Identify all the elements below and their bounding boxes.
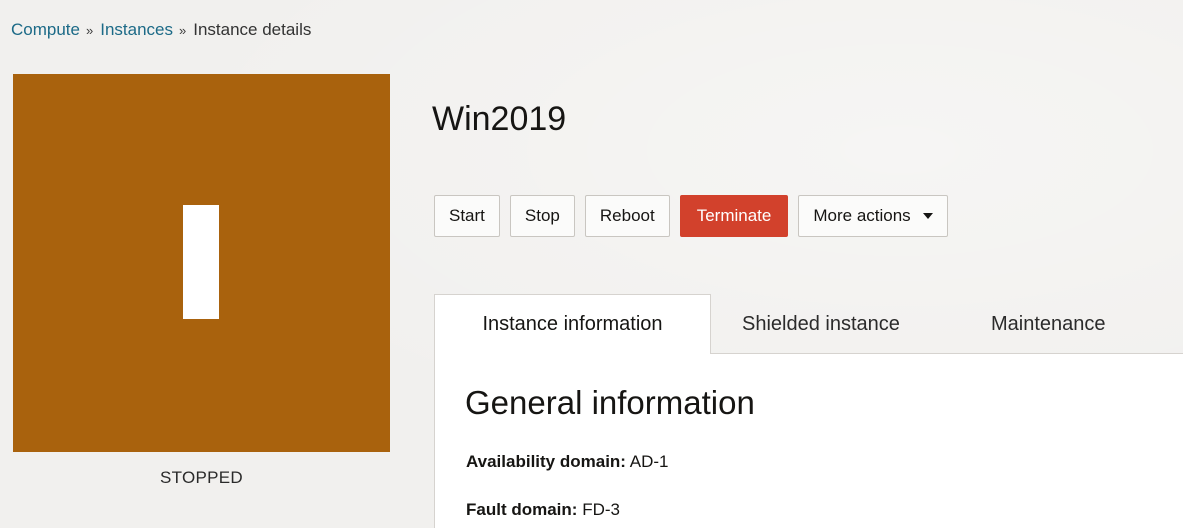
field-value: AD-1	[629, 452, 669, 471]
caret-down-icon	[922, 213, 933, 219]
stop-button[interactable]: Stop	[509, 195, 575, 237]
tab-shielded-instance[interactable]: Shielded instance	[742, 294, 900, 354]
breadcrumb-separator: »	[85, 22, 94, 38]
more-actions-label: More actions	[813, 206, 911, 225]
terminate-button[interactable]: Terminate	[679, 195, 789, 237]
tab-bar: Instance information Shielded instance M…	[434, 294, 1183, 354]
more-actions-button[interactable]: More actions	[798, 195, 948, 237]
field-label: Availability domain:	[466, 452, 626, 471]
tab-instance-information[interactable]: Instance information	[434, 294, 711, 354]
instance-state-tile	[13, 74, 390, 452]
breadcrumb-compute[interactable]: Compute	[11, 20, 80, 40]
breadcrumb: Compute » Instances » Instance details	[11, 20, 311, 40]
field-label: Fault domain:	[466, 500, 578, 519]
action-bar: Start Stop Reboot Terminate More actions	[434, 195, 948, 237]
tab-maintenance[interactable]: Maintenance	[991, 294, 1106, 354]
breadcrumb-current: Instance details	[193, 20, 312, 39]
breadcrumb-separator: »	[178, 22, 187, 38]
reboot-button[interactable]: Reboot	[584, 195, 670, 237]
instance-information-panel: General information Availability domain:…	[434, 353, 1183, 528]
availability-domain-field: Availability domain: AD-1	[466, 452, 669, 472]
breadcrumb-instances[interactable]: Instances	[100, 20, 173, 40]
page-title: Win2019	[432, 100, 567, 138]
start-button[interactable]: Start	[434, 195, 500, 237]
instance-state-label: STOPPED	[159, 468, 244, 487]
field-value: FD-3	[582, 500, 620, 519]
general-information-heading: General information	[465, 384, 755, 421]
fault-domain-field: Fault domain: FD-3	[466, 500, 620, 520]
stopped-bar-icon	[183, 205, 219, 319]
